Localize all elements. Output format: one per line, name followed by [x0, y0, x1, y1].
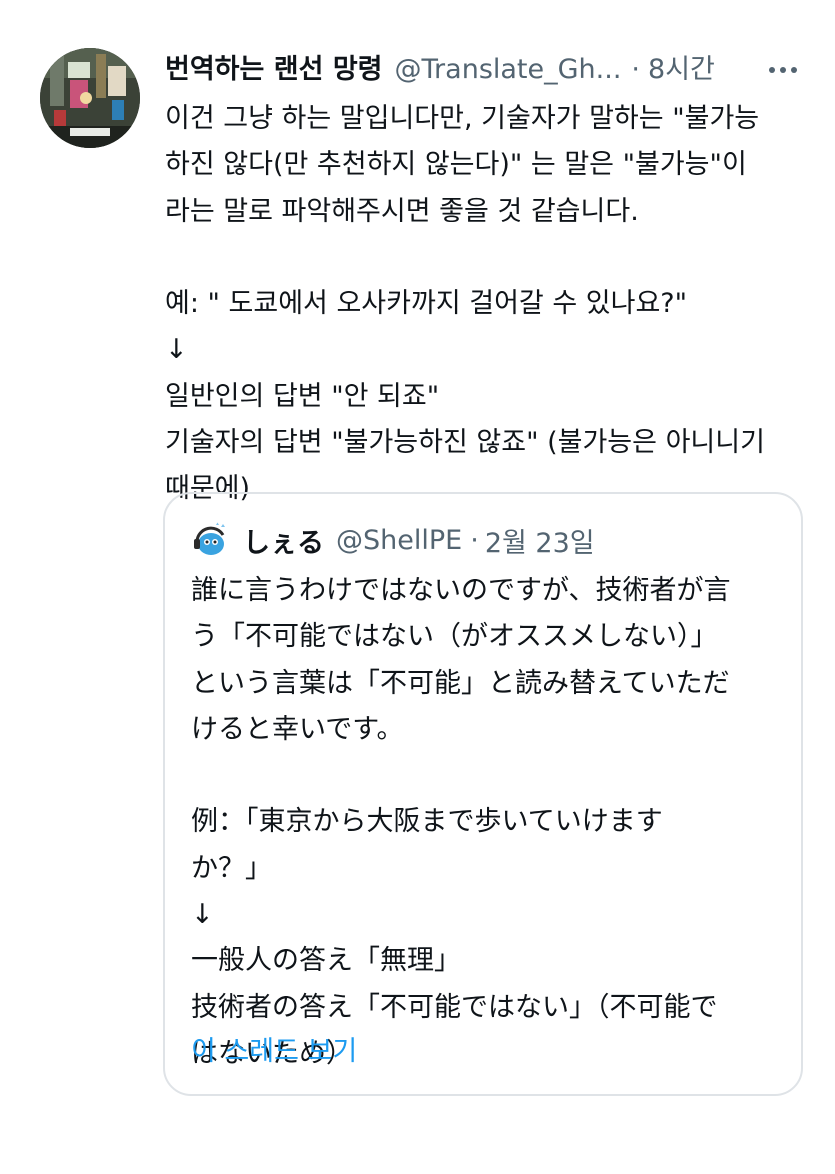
- tweet-text-line: ↓: [165, 334, 188, 366]
- tweet[interactable]: 번역하는 랜선 망령 @Translate_Gh... · 8시간 이건 그냥 …: [0, 0, 835, 1174]
- user-avatar[interactable]: [40, 48, 140, 148]
- tweet-text-line: 하진 않다(만 추천하지 않는다)" 는 말은 "불가능"이: [165, 149, 747, 181]
- separator-dot: ·: [631, 54, 641, 85]
- quote-text-line: 技術者の答え「不可能ではない」（不可能で: [191, 991, 718, 1023]
- more-horizontal-icon: [769, 67, 797, 73]
- tweet-text-line: 예: " 도쿄에서 오사카까지 걸어갈 수 있나요?": [165, 288, 688, 320]
- quote-text-line: 一般人の答え「無理」: [191, 945, 461, 977]
- tweet-text-line: [165, 235, 805, 281]
- author-handle[interactable]: @Translate_Gh...: [395, 52, 622, 88]
- quote-separator-dot: ·: [470, 524, 479, 556]
- quote-text-line: という言葉は「不可能」と読み替えていただ: [191, 667, 730, 699]
- quote-text-line: う「不可能ではない（がオススメしない）」: [191, 621, 718, 653]
- tweet-timestamp[interactable]: 8시간: [648, 52, 715, 88]
- quote-author-avatar[interactable]: [191, 521, 229, 559]
- quote-text-line: ↓: [191, 899, 214, 931]
- quote-author-handle[interactable]: @ShellPE: [336, 525, 462, 556]
- tweet-text-line: 일반인의 답변 "안 되죠": [165, 380, 440, 412]
- show-thread-link[interactable]: 이 스레드 보기: [191, 1032, 357, 1072]
- quote-date[interactable]: 2월 23일: [485, 521, 595, 560]
- more-options-button[interactable]: [763, 52, 803, 88]
- tweet-text: 이건 그냥 하는 말입니다만, 기술자가 말하는 "불가능 하진 않다(만 추천…: [165, 96, 805, 513]
- quote-author-name[interactable]: しぇる: [243, 521, 324, 560]
- quoted-tweet-text: 誰に言うわけではないのですが、技術者が言 う「不可能ではない（がオススメしない）…: [191, 568, 791, 1077]
- tweet-text-line: 기술자의 답변 "불가능하진 않죠" (불가능은 아니니기: [165, 427, 765, 459]
- quoted-tweet-header: しぇる @ShellPE · 2월 23일: [191, 520, 595, 560]
- quote-text-line: 誰に言うわけではないのですが、技術者が言: [191, 575, 731, 606]
- tweet-header: 번역하는 랜선 망령 @Translate_Gh... · 8시간: [165, 50, 807, 90]
- avatar-image: [40, 48, 140, 148]
- author-name[interactable]: 번역하는 랜선 망령: [165, 52, 383, 88]
- tweet-text-line: 라는 말로 파악해주시면 좋을 것 같습니다.: [165, 195, 639, 227]
- quoted-tweet-card[interactable]: しぇる @ShellPE · 2월 23일 誰に言うわけではないのですが、技術者…: [163, 492, 803, 1096]
- tweet-text-line: 이건 그냥 하는 말입니다만, 기술자가 말하는 "불가능: [165, 103, 760, 134]
- quote-text-line: か？」: [191, 852, 272, 884]
- quote-text-line: けると幸いです。: [191, 713, 404, 745]
- quote-text-line: 例：「東京から大阪まで歩いていけます: [191, 806, 663, 838]
- quote-text-line: [191, 753, 791, 799]
